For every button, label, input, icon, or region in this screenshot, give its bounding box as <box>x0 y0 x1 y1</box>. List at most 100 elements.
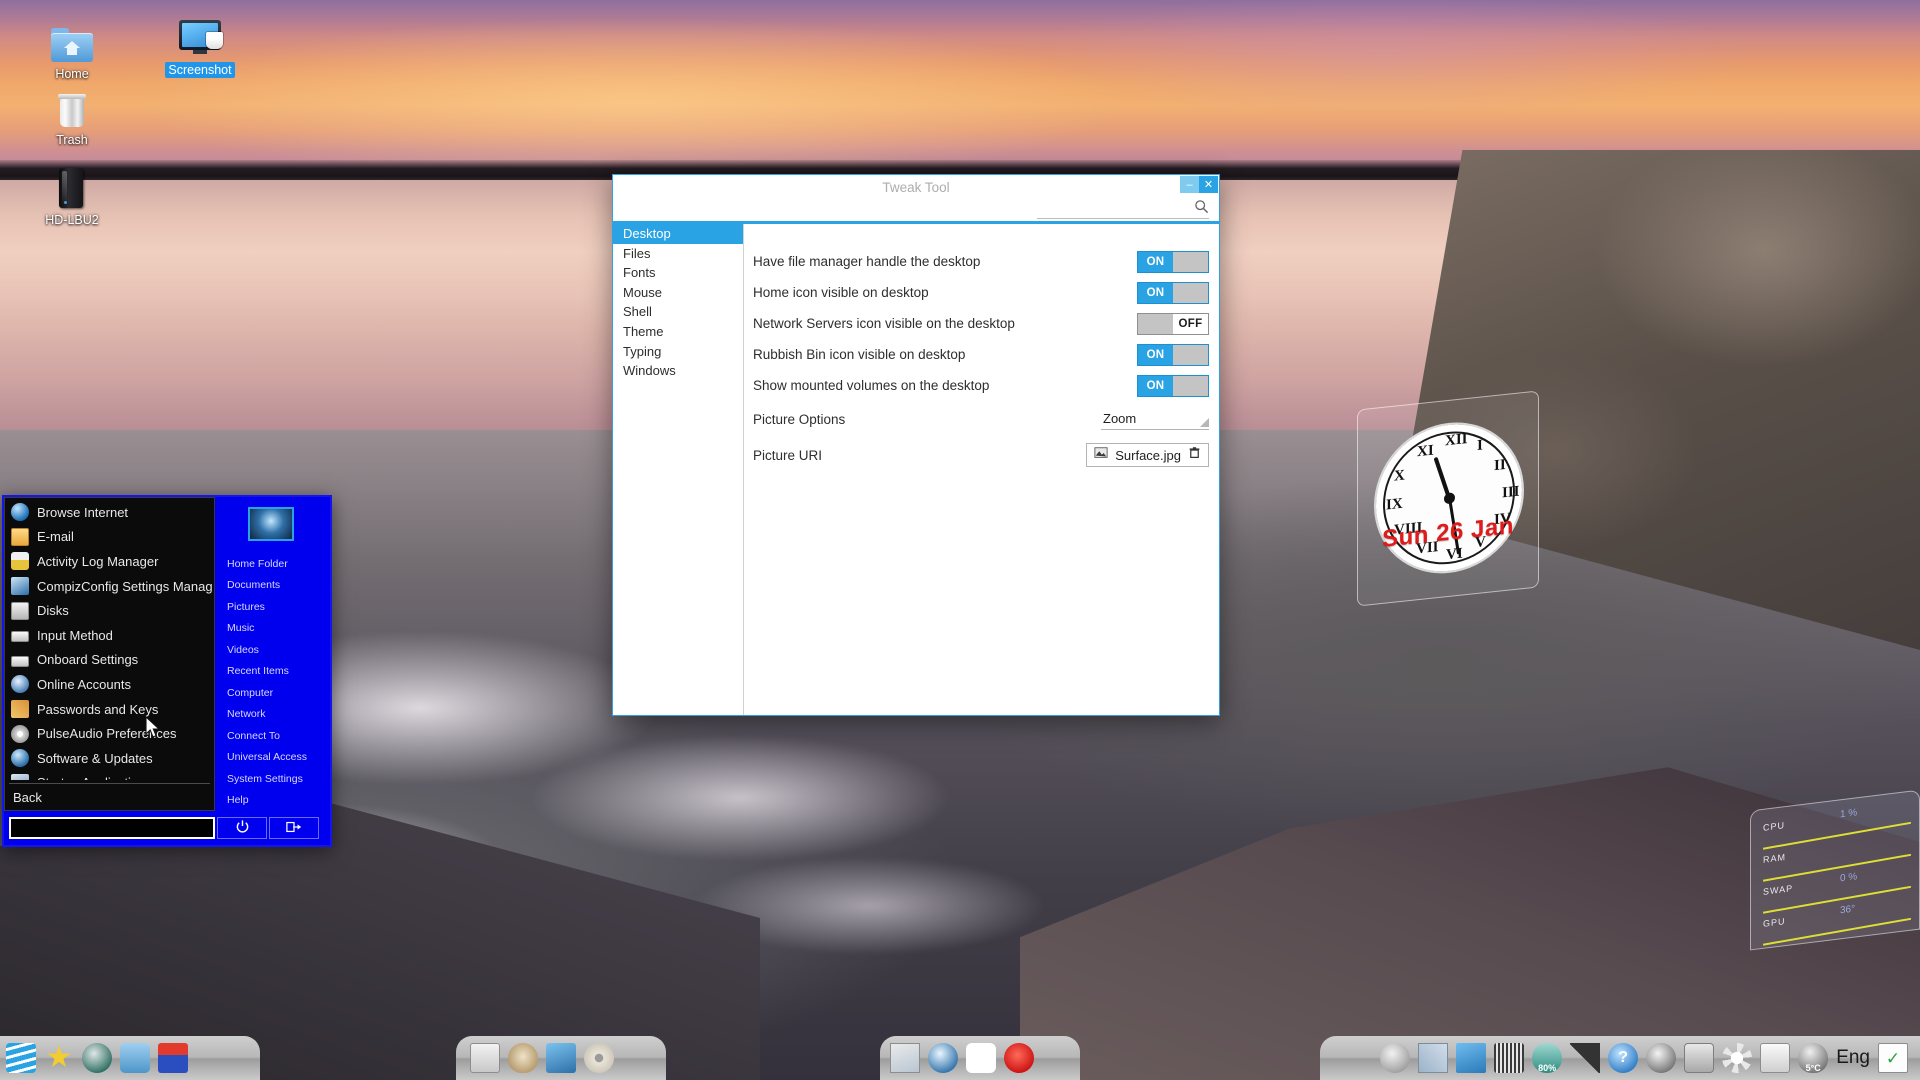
menu-item-email[interactable]: E-mail <box>5 525 214 550</box>
taskbar[interactable]: ★ 80% ? 5°C Eng ✓ <box>0 1036 1920 1080</box>
menu-item-passwords-and-keys[interactable]: Passwords and Keys <box>5 697 214 722</box>
trash-small-icon[interactable] <box>1188 446 1201 464</box>
setting-row-network-servers-icon: Network Servers icon visible on the desk… <box>753 308 1209 339</box>
chat-messenger-icon[interactable] <box>966 1043 996 1073</box>
picture-options-select[interactable]: Zoom <box>1101 409 1209 430</box>
logout-button[interactable] <box>269 817 319 839</box>
minimize-button[interactable]: – <box>1180 176 1199 193</box>
desktop-show-icon[interactable] <box>1456 1043 1487 1073</box>
toggle-network-servers-icon[interactable]: OFF <box>1137 312 1209 335</box>
search-icon[interactable] <box>1194 199 1209 214</box>
help-icon[interactable]: ? <box>1608 1043 1639 1073</box>
star-favorites-icon[interactable]: ★ <box>44 1043 74 1073</box>
notes-check-icon[interactable]: ✓ <box>1878 1043 1908 1073</box>
sysmon-metric-label: RAM <box>1763 852 1786 865</box>
sidebar-item-shell[interactable]: Shell <box>613 302 743 322</box>
search-field-wrapper[interactable] <box>1037 197 1209 219</box>
volume-icon[interactable] <box>1646 1043 1677 1073</box>
sidebar-item-windows[interactable]: Windows <box>613 361 743 381</box>
place-home-folder[interactable]: Home Folder <box>215 553 326 575</box>
text-editor-icon[interactable] <box>546 1043 576 1073</box>
tweak-tool-window[interactable]: Tweak Tool – ✕ Desktop Files Fonts Mouse… <box>612 174 1220 716</box>
zorin-menu-icon[interactable] <box>6 1043 36 1073</box>
switch-icon[interactable] <box>1760 1043 1791 1073</box>
window-body: Desktop Files Fonts Mouse Shell Theme Ty… <box>613 224 1219 715</box>
place-system-settings[interactable]: System Settings <box>215 768 326 790</box>
toggle-rubbish-bin-icon[interactable]: ON <box>1137 343 1209 366</box>
signal-bars-icon[interactable] <box>1570 1043 1601 1073</box>
close-button[interactable]: ✕ <box>1199 176 1218 193</box>
cursor-window-icon <box>11 577 29 596</box>
picture-uri-file-chooser[interactable]: Surface.jpg <box>1086 443 1209 467</box>
language-indicator[interactable]: Eng <box>1836 1047 1870 1069</box>
mario-game-icon[interactable] <box>158 1043 188 1073</box>
cd-disc-icon[interactable] <box>584 1043 614 1073</box>
place-videos[interactable]: Videos <box>215 639 326 661</box>
sidebar-item-files[interactable]: Files <box>613 244 743 264</box>
desktop-icon-hd-lbu2[interactable]: HD-LBU2 <box>24 164 120 229</box>
chevron-down-icon <box>1200 417 1209 427</box>
clock-center-pin <box>1443 491 1455 504</box>
place-network[interactable]: Network <box>215 704 326 726</box>
battery-icon[interactable]: 80% <box>1532 1043 1563 1073</box>
start-menu-search-input[interactable] <box>9 817 215 839</box>
sidebar-item-mouse[interactable]: Mouse <box>613 283 743 303</box>
menu-item-pulseaudio-preferences[interactable]: PulseAudio Preferences <box>5 721 214 746</box>
place-pictures[interactable]: Pictures <box>215 596 326 618</box>
camera-icon[interactable] <box>1684 1043 1715 1073</box>
desktop-icon-trash[interactable]: Trash <box>24 84 120 149</box>
power-button[interactable] <box>217 817 267 839</box>
workspace-switcher-icon[interactable] <box>1418 1043 1449 1073</box>
safari-browser-icon[interactable] <box>928 1043 958 1073</box>
place-help[interactable]: Help <box>215 790 326 812</box>
place-documents[interactable]: Documents <box>215 575 326 597</box>
sidebar-item-typing[interactable]: Typing <box>613 342 743 362</box>
menu-item-compizconfig-settings-manager[interactable]: CompizConfig Settings Manag… <box>5 574 214 599</box>
menu-item-startup-applications[interactable]: Startup Applications <box>5 771 214 780</box>
finder-files-icon[interactable] <box>120 1043 150 1073</box>
start-menu-applications-pane: Browse Internet E-mail Activity Log Mana… <box>4 497 215 811</box>
at-mail-icon[interactable] <box>1380 1043 1411 1073</box>
menu-item-label: Activity Log Manager <box>37 553 159 569</box>
window-controls: – ✕ <box>1180 176 1218 193</box>
toggle-mounted-volumes[interactable]: ON <box>1137 374 1209 397</box>
menu-item-activity-log-manager[interactable]: Activity Log Manager <box>5 549 214 574</box>
menu-item-disks[interactable]: Disks <box>5 598 214 623</box>
menu-item-online-accounts[interactable]: Online Accounts <box>5 672 214 697</box>
sidebar-item-fonts[interactable]: Fonts <box>613 263 743 283</box>
sidebar-item-desktop[interactable]: Desktop <box>613 224 743 244</box>
gimp-icon[interactable] <box>508 1043 538 1073</box>
calculator-icon[interactable] <box>470 1043 500 1073</box>
clock-numeral: III <box>1502 483 1520 502</box>
menu-item-browse-internet[interactable]: Browse Internet <box>5 500 214 525</box>
mail-client-icon[interactable] <box>890 1043 920 1073</box>
shredder-icon[interactable] <box>1494 1043 1525 1073</box>
user-avatar[interactable] <box>247 507 294 542</box>
menu-item-software-and-updates[interactable]: Software & Updates <box>5 746 214 771</box>
toggle-file-manager-desktop[interactable]: ON <box>1137 250 1209 273</box>
place-music[interactable]: Music <box>215 618 326 640</box>
place-connect-to[interactable]: Connect To <box>215 725 326 747</box>
start-menu-main: Browse Internet E-mail Activity Log Mana… <box>4 497 330 811</box>
window-titlebar[interactable]: Tweak Tool – ✕ <box>613 175 1219 221</box>
sidebar-item-theme[interactable]: Theme <box>613 322 743 342</box>
toggle-home-icon[interactable]: ON <box>1137 281 1209 304</box>
desktop-icon-home[interactable]: Home <box>24 18 120 83</box>
start-menu[interactable]: Browse Internet E-mail Activity Log Mana… <box>2 495 332 847</box>
place-universal-access[interactable]: Universal Access <box>215 747 326 769</box>
brightness-icon[interactable] <box>1722 1043 1753 1073</box>
menu-back-button[interactable]: Back <box>5 784 214 810</box>
menu-item-label: Startup Applications <box>37 775 152 780</box>
time-machine-icon[interactable] <box>82 1043 112 1073</box>
menu-item-onboard-settings[interactable]: Onboard Settings <box>5 648 214 673</box>
clock-numeral: II <box>1494 456 1506 475</box>
start-menu-footer <box>4 811 330 845</box>
search-input[interactable] <box>1037 197 1187 217</box>
clock-numeral: X <box>1394 467 1405 485</box>
temperature-icon[interactable]: 5°C <box>1798 1043 1829 1073</box>
place-computer[interactable]: Computer <box>215 682 326 704</box>
menu-item-input-method[interactable]: Input Method <box>5 623 214 648</box>
desktop-icon-screenshot[interactable]: Screenshot <box>152 14 248 79</box>
place-recent-items[interactable]: Recent Items <box>215 661 326 683</box>
opera-browser-icon[interactable] <box>1004 1043 1034 1073</box>
